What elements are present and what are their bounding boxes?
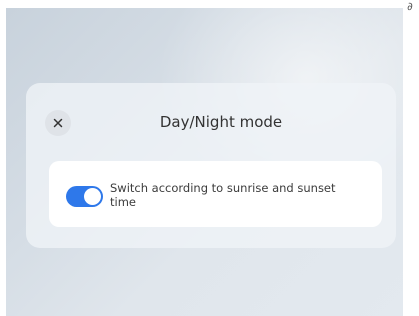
sunrise-sunset-option: Switch according to sunrise and sunset t… [49, 161, 382, 227]
screen-background: Day/Night mode Switch according to sunri… [6, 8, 403, 316]
dialog-title: Day/Night mode [159, 113, 283, 131]
toggle-knob [84, 188, 101, 205]
day-night-dialog: Day/Night mode Switch according to sunri… [26, 83, 396, 248]
close-button[interactable] [45, 110, 71, 136]
option-label: Switch according to sunrise and sunset t… [110, 181, 336, 209]
sunrise-sunset-toggle[interactable] [66, 186, 103, 207]
settings-icon[interactable]: ∂ [403, 0, 417, 14]
close-icon [53, 118, 63, 128]
